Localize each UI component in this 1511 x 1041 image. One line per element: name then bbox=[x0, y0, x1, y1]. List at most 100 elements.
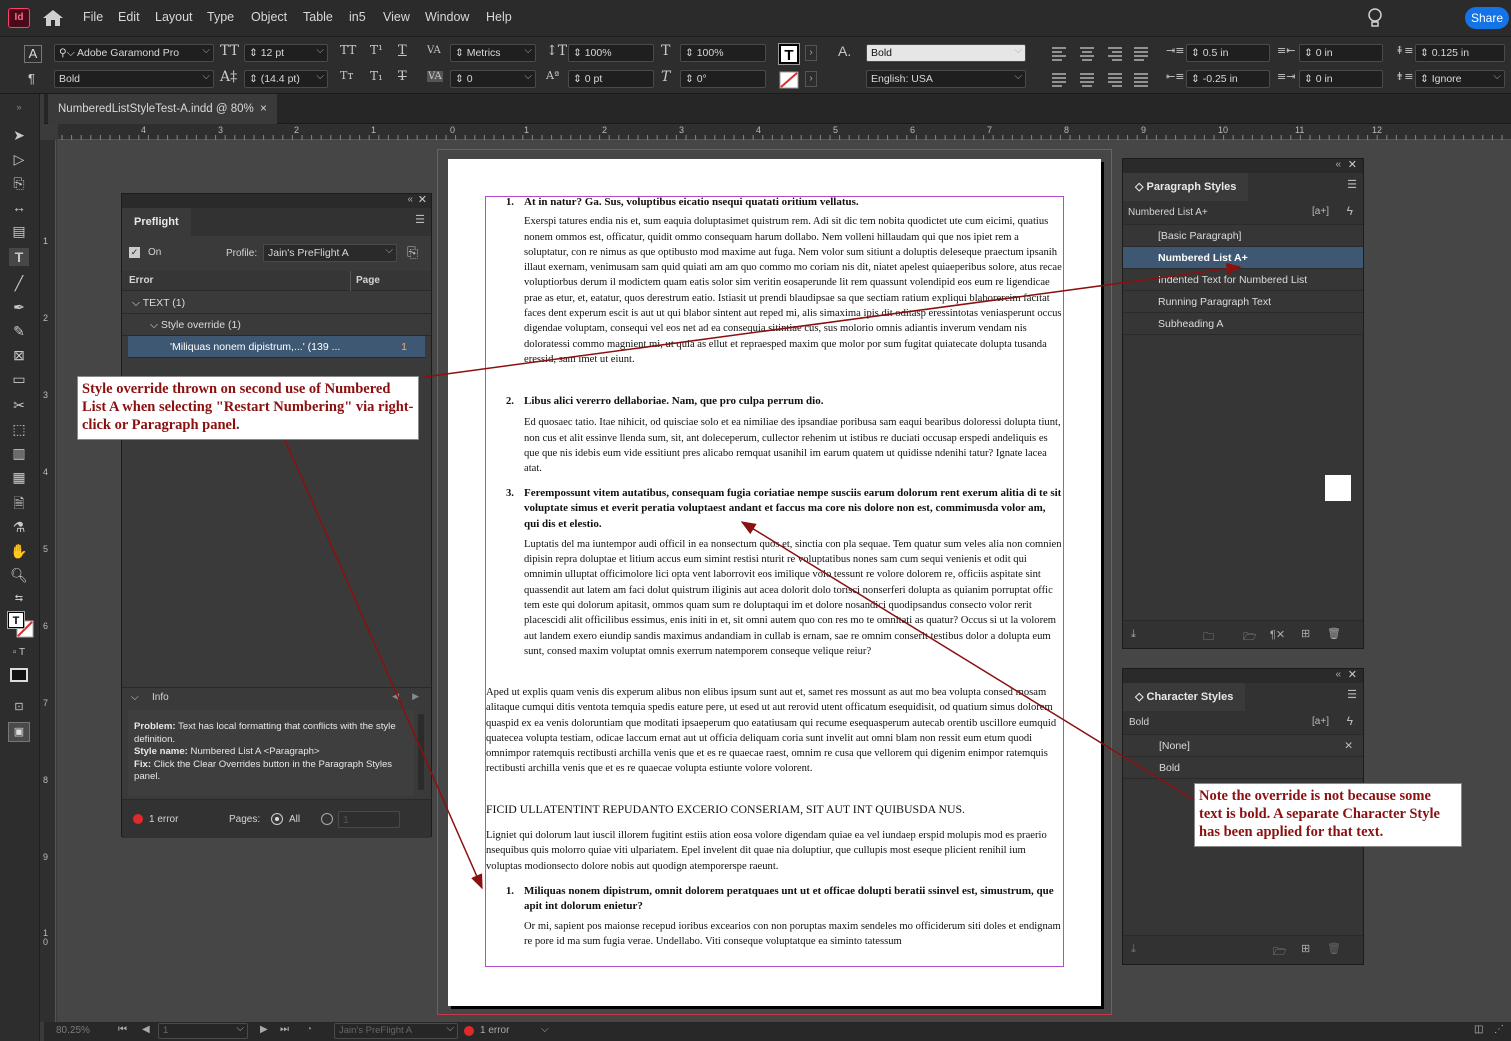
clear-overrides-icon[interactable]: ¶✕ bbox=[1270, 628, 1285, 641]
style-indented-text[interactable]: Indented Text for Numbered List bbox=[1123, 269, 1363, 291]
paragraph-formatting-icon[interactable]: ¶ bbox=[28, 71, 35, 86]
selection-tool-icon[interactable]: ➤ bbox=[9, 126, 29, 144]
subscript-icon[interactable]: T₁ bbox=[370, 69, 383, 83]
gradient-swatch-tool-icon[interactable]: ▥ bbox=[9, 444, 29, 462]
free-transform-tool-icon[interactable]: ⬚ bbox=[9, 420, 29, 438]
skew-field[interactable]: ⇕ 0° bbox=[680, 70, 766, 88]
first-page-icon[interactable]: ⏮ bbox=[118, 1024, 127, 1035]
underline-icon[interactable]: T bbox=[398, 43, 407, 58]
screen-mode-icon[interactable]: ▣ bbox=[8, 722, 30, 742]
style-numbered-list-a-plus[interactable]: Numbered List A+ bbox=[1123, 247, 1363, 269]
gradient-feather-tool-icon[interactable]: ▦ bbox=[9, 468, 29, 486]
hand-tool-icon[interactable]: ✋ bbox=[9, 542, 29, 560]
preview-mode-icon[interactable]: ⊡ bbox=[9, 698, 29, 716]
menu-table[interactable]: Table bbox=[303, 10, 333, 24]
page-number-field[interactable]: 1 bbox=[158, 1022, 248, 1039]
create-style-from-selection-button[interactable]: [a+] bbox=[1312, 716, 1329, 727]
lightbulb-icon[interactable] bbox=[1366, 8, 1384, 28]
pencil-tool-icon[interactable]: ✎ bbox=[9, 322, 29, 340]
document-tab[interactable]: NumberedListStyleTest-A.indd @ 80% × bbox=[48, 94, 277, 124]
resize-grip-icon[interactable]: ⋰ bbox=[1494, 1024, 1504, 1035]
info-section-header[interactable]: ⌵ Info ◀ ▶ bbox=[122, 687, 431, 707]
trash-icon[interactable]: 🗑 bbox=[1327, 627, 1341, 640]
home-icon[interactable] bbox=[42, 9, 64, 27]
preflight-profile-field[interactable]: Jain's PreFlight A bbox=[334, 1022, 458, 1039]
menu-help[interactable]: Help bbox=[486, 10, 512, 24]
character-style-field[interactable]: Bold bbox=[866, 43, 1026, 62]
load-styles-icon[interactable]: ⤓ bbox=[1131, 628, 1136, 641]
tracking-field[interactable]: ⇕ 0 bbox=[450, 69, 536, 88]
vertical-scale-field[interactable]: ⇕ 100% bbox=[568, 44, 654, 62]
new-style-group-icon[interactable]: 🗀 bbox=[1203, 628, 1214, 647]
list-item-3[interactable]: 3. Ferempossunt vitem autatibus, consequ… bbox=[506, 486, 1062, 659]
close-icon[interactable]: ✕ bbox=[1348, 158, 1357, 171]
small-caps-icon[interactable]: Tт bbox=[340, 69, 353, 82]
strikethrough-icon[interactable]: T bbox=[398, 69, 407, 84]
tree-row-error-item[interactable]: 'Miliquas nonem dipistrum,...' (139 ... 1 bbox=[128, 336, 425, 358]
menu-object[interactable]: Object bbox=[251, 10, 287, 24]
kerning-field[interactable]: ⇕ Metrics bbox=[450, 43, 536, 62]
right-indent-field[interactable]: ⇕ 0 in bbox=[1299, 44, 1383, 62]
paragraph-styles-tab[interactable]: ◇ Paragraph Styles bbox=[1123, 173, 1249, 201]
font-family-field[interactable]: ⚲⌵ Adobe Garamond Pro bbox=[54, 43, 214, 62]
next-page-icon[interactable]: ▶ bbox=[260, 1024, 268, 1035]
leading-field[interactable]: ⇕ (14.4 pt) bbox=[244, 69, 328, 88]
line-tool-icon[interactable]: ╱ bbox=[9, 274, 29, 292]
baseline-shift-field[interactable]: ⇕ 0 pt bbox=[568, 70, 654, 88]
page-tool-icon[interactable]: ⎘ bbox=[9, 174, 29, 192]
running-paragraph[interactable]: Ligniet qui dolorum laut iuscil illorem … bbox=[486, 828, 1062, 874]
running-paragraph[interactable]: Aped ut explis quam venis dis experum al… bbox=[486, 685, 1062, 777]
collapse-icon[interactable]: « bbox=[1335, 159, 1341, 170]
panel-menu-icon[interactable]: ☰ bbox=[415, 213, 425, 226]
menu-window[interactable]: Window bbox=[425, 10, 469, 24]
close-icon[interactable]: × bbox=[260, 103, 267, 115]
list-item-1[interactable]: 1. At in natur? Ga. Sus, voluptibus eica… bbox=[506, 195, 1062, 367]
fill-swatch-icon[interactable]: T bbox=[7, 611, 25, 629]
list-item-restarted[interactable]: 1. Miliquas nonem dipistrum, omnit dolor… bbox=[506, 884, 1062, 949]
stroke-none-icon[interactable] bbox=[779, 71, 799, 89]
previous-icon[interactable]: ◀ bbox=[392, 691, 399, 702]
character-styles-tab[interactable]: ◇ Character Styles bbox=[1123, 683, 1246, 711]
chevron-down-icon[interactable]: ⌵ bbox=[541, 1024, 549, 1035]
font-style-field[interactable]: Bold bbox=[54, 69, 214, 88]
pen-tool-icon[interactable]: ✒ bbox=[9, 298, 29, 316]
split-view-icon[interactable]: ◫ bbox=[1474, 1024, 1483, 1035]
style-bold[interactable]: Bold bbox=[1123, 757, 1363, 779]
tree-row-text[interactable]: ⌵ TEXT (1) bbox=[122, 292, 431, 314]
font-size-field[interactable]: ⇕ 12 pt bbox=[244, 43, 328, 62]
direct-selection-tool-icon[interactable]: ▷ bbox=[9, 150, 29, 168]
tree-row-style-override[interactable]: ⌵ Style override (1) bbox=[122, 314, 431, 336]
radio-range[interactable] bbox=[321, 813, 333, 825]
last-line-indent-field[interactable]: ⇕ 0 in bbox=[1299, 70, 1383, 88]
style-subheading-a[interactable]: Subheading A bbox=[1123, 313, 1363, 335]
stepper-icon[interactable]: ⇕ bbox=[455, 73, 467, 85]
stepper-icon[interactable]: ⇕ bbox=[573, 47, 585, 59]
stepper-icon[interactable]: ⇕ bbox=[1304, 73, 1316, 85]
text-fill-icon[interactable]: T bbox=[778, 43, 800, 65]
stepper-icon[interactable]: ⇕ bbox=[573, 73, 585, 85]
error-count[interactable]: 1 error bbox=[480, 1025, 509, 1036]
panel-menu-icon[interactable]: ☰ bbox=[1347, 688, 1357, 701]
style-basic-paragraph[interactable]: [Basic Paragraph] bbox=[1123, 225, 1363, 247]
stepper-icon[interactable]: ⇕ bbox=[685, 73, 697, 85]
stepper-icon[interactable]: ⇕ bbox=[1420, 47, 1432, 59]
stepper-icon[interactable]: ⇕ bbox=[685, 47, 697, 59]
language-field[interactable]: English: USA bbox=[866, 69, 1026, 88]
menu-view[interactable]: View bbox=[383, 10, 410, 24]
stepper-icon[interactable]: ⇕ bbox=[1304, 47, 1316, 59]
rectangle-tool-icon[interactable]: ▭ bbox=[9, 370, 29, 388]
checkbox-checked-icon[interactable]: ✓ bbox=[129, 247, 140, 258]
stepper-icon[interactable]: ⇕ bbox=[1420, 73, 1432, 85]
space-before-field[interactable]: ⇕ 0.125 in bbox=[1415, 44, 1505, 62]
collapse-icon[interactable]: « bbox=[1335, 669, 1341, 680]
panel-menu-icon[interactable]: ☰ bbox=[1347, 178, 1357, 191]
stepper-icon[interactable]: ⇕ bbox=[249, 73, 261, 85]
stepper-icon[interactable]: ⇕ bbox=[249, 47, 261, 59]
left-indent-field[interactable]: ⇕ 0.5 in bbox=[1186, 44, 1270, 62]
zoom-level[interactable]: 80.25% bbox=[56, 1025, 90, 1036]
menu-type[interactable]: Type bbox=[207, 10, 234, 24]
style-running-paragraph[interactable]: Running Paragraph Text bbox=[1123, 291, 1363, 313]
preflight-tab[interactable]: Preflight bbox=[122, 208, 191, 236]
close-icon[interactable]: ✕ bbox=[1348, 668, 1357, 681]
menu-layout[interactable]: Layout bbox=[155, 10, 193, 24]
